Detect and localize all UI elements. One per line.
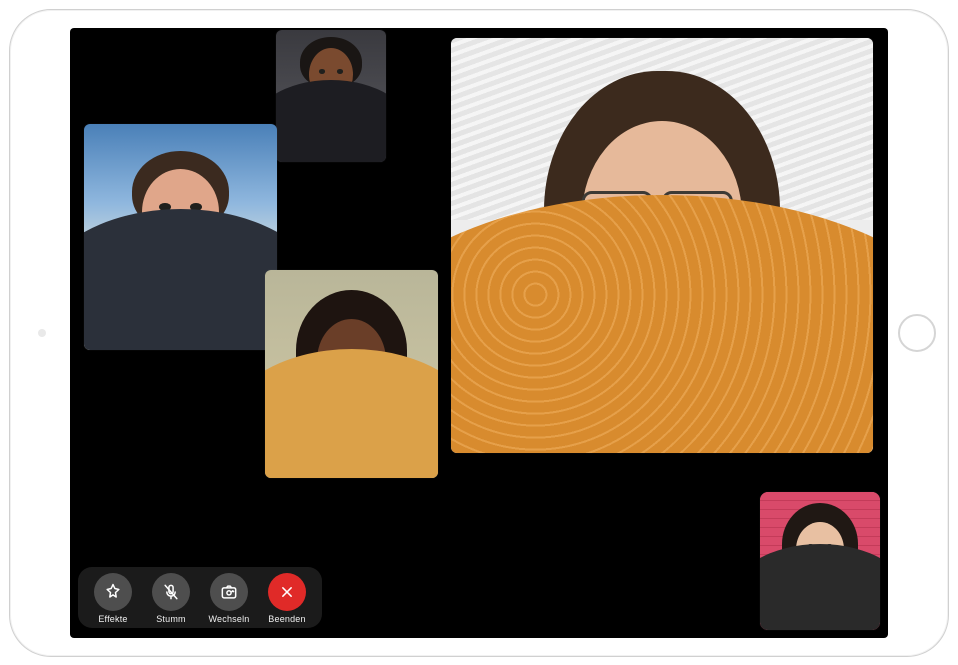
mute-button[interactable]: Stumm (146, 573, 196, 624)
participant-tile[interactable] (265, 270, 438, 478)
end-call-button[interactable]: Beenden (262, 573, 312, 624)
call-controls: Effekte Stumm (78, 567, 322, 628)
end-label: Beenden (268, 614, 305, 624)
self-view-tile[interactable] (760, 492, 880, 630)
participant-tile[interactable] (276, 30, 386, 162)
front-camera-icon (38, 329, 46, 337)
participant-video (760, 492, 880, 630)
microphone-off-icon (161, 582, 181, 602)
participant-tile-active[interactable] (451, 38, 873, 453)
participant-video (265, 270, 438, 478)
participant-video (276, 30, 386, 162)
participant-tile[interactable] (84, 124, 277, 350)
effects-icon (103, 582, 123, 602)
effects-label: Effekte (98, 614, 127, 624)
device-frame: Effekte Stumm (9, 9, 949, 657)
flip-label: Wechseln (209, 614, 250, 624)
facetime-screen: Effekte Stumm (70, 28, 888, 638)
flip-camera-button[interactable]: Wechseln (204, 573, 254, 624)
effects-button[interactable]: Effekte (88, 573, 138, 624)
home-button[interactable] (898, 314, 936, 352)
flip-camera-icon (219, 582, 239, 602)
participant-video (84, 124, 277, 350)
close-icon (277, 582, 297, 602)
mute-label: Stumm (156, 614, 186, 624)
participant-video (451, 38, 873, 453)
